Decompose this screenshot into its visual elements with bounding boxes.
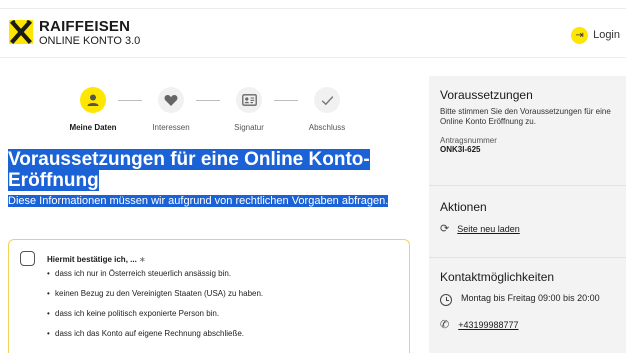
step-label: Meine Daten <box>69 123 117 132</box>
prerequisites-title: Voraussetzungen <box>440 88 533 102</box>
confirmation-title-text: Hiermit bestätige ich, ... <box>47 255 137 264</box>
brand-name: RAIFFEISEN <box>39 18 131 35</box>
application-number: ONK3I-625 <box>440 145 481 154</box>
id-card-icon <box>236 87 262 113</box>
opening-hours-text: Montag bis Freitag 09:00 bis 20:00 <box>461 293 600 303</box>
progress-stepper: Meine Daten Interessen Signatur Abschlus… <box>58 87 368 137</box>
contact-panel: Kontaktmöglichkeiten Montag bis Freitag … <box>429 258 626 353</box>
phone-contact[interactable]: ✆ +43199988777 <box>440 318 615 331</box>
page-subtitle-text: Diese Informationen müssen wir aufgrund … <box>8 195 389 207</box>
reload-icon: ⟳ <box>440 223 450 235</box>
list-item: dass ich nur in Österreich steuerlich an… <box>47 269 263 278</box>
page-title-text: Voraussetzungen für eine Online Konto-Er… <box>8 149 370 191</box>
login-arrow-icon: ⇥ <box>571 26 589 44</box>
step-label: Signatur <box>234 123 264 132</box>
brand-subtitle: ONLINE KONTO 3.0 <box>39 35 141 47</box>
login-button[interactable]: ⇥ Login <box>571 26 620 44</box>
list-item: keinen Bezug zu den Vereinigten Staaten … <box>47 289 263 298</box>
step-label: Interessen <box>152 123 190 132</box>
step-meine-daten[interactable]: Meine Daten <box>58 87 128 132</box>
phone-icon: ✆ <box>440 319 450 331</box>
page-subtitle: Diese Informationen müssen wir aufgrund … <box>8 195 408 208</box>
page-title: Voraussetzungen für eine Online Konto-Er… <box>8 149 408 191</box>
list-item: dass ich keine politisch exponierte Pers… <box>47 309 263 318</box>
step-signatur[interactable]: Signatur <box>214 87 284 132</box>
top-strip <box>0 0 626 9</box>
app-header: RAIFFEISEN ONLINE KONTO 3.0 ⇥ Login <box>0 10 626 58</box>
reload-page-button[interactable]: ⟳ Seite neu laden <box>440 222 615 235</box>
raiffeisen-logo-icon[interactable] <box>9 20 33 44</box>
login-label: Login <box>593 29 620 41</box>
contact-title: Kontaktmöglichkeiten <box>440 270 555 284</box>
opening-hours: Montag bis Freitag 09:00 bis 20:00 <box>440 293 615 306</box>
main-content: Meine Daten Interessen Signatur Abschlus… <box>0 59 418 353</box>
reload-page-link[interactable]: Seite neu laden <box>457 224 520 234</box>
clock-icon <box>440 294 452 306</box>
confirmation-card: Hiermit bestätige ich, ... ∗ dass ich nu… <box>8 239 410 353</box>
step-interessen[interactable]: Interessen <box>136 87 206 132</box>
check-icon <box>314 87 340 113</box>
prerequisites-panel: Voraussetzungen Bitte stimmen Sie den Vo… <box>429 76 626 186</box>
person-icon <box>80 87 106 113</box>
step-label: Abschluss <box>308 123 346 132</box>
phone-link[interactable]: +43199988777 <box>458 320 518 330</box>
prerequisites-text: Bitte stimmen Sie den Voraussetzungen fü… <box>440 107 611 126</box>
list-item: dass ich das Konto auf eigene Rechnung a… <box>47 329 263 338</box>
heart-icon <box>158 87 184 113</box>
info-sidebar: Voraussetzungen Bitte stimmen Sie den Vo… <box>429 76 626 353</box>
conditions-list: dass ich nur in Österreich steuerlich an… <box>47 269 263 349</box>
confirmation-title: Hiermit bestätige ich, ... ∗ <box>47 255 146 264</box>
actions-title: Aktionen <box>440 200 487 214</box>
application-number-label: Antragsnummer <box>440 136 497 145</box>
required-marker: ∗ <box>139 255 146 264</box>
confirmation-checkbox[interactable] <box>20 251 35 266</box>
step-abschluss[interactable]: Abschluss <box>292 87 362 132</box>
actions-panel: Aktionen ⟳ Seite neu laden <box>429 186 626 258</box>
